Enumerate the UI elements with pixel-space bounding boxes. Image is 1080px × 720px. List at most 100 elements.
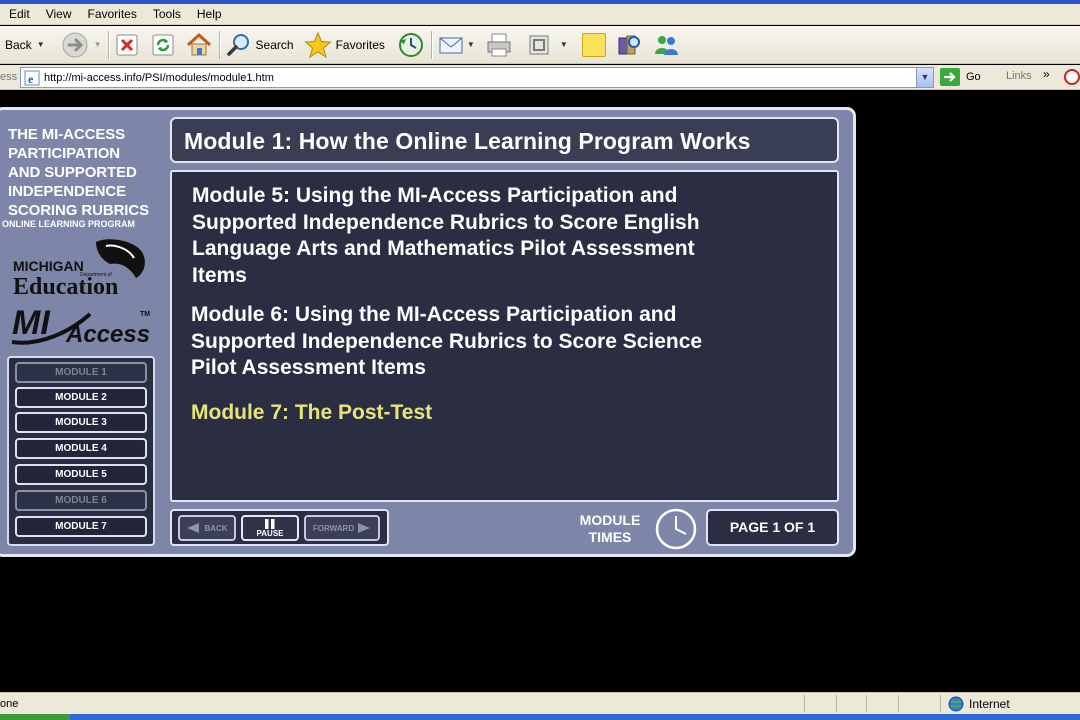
module-2-button[interactable]: MODULE 2 [15,387,147,408]
note-icon [581,32,606,57]
text-line: Supported Independence Rubrics to Score … [192,210,700,234]
favorites-button[interactable]: Favorites [303,29,385,61]
menu-favorites[interactable]: Favorites [79,4,144,25]
links-more-icon[interactable]: » [1043,67,1050,81]
printer-icon [487,33,511,56]
program-subtitle: ONLINE LEARNING PROGRAM [2,219,136,229]
globe-icon [948,696,964,712]
menu-edit[interactable]: Edit [0,4,38,25]
links-label[interactable]: Links [1006,70,1032,82]
taskbar [0,714,1080,720]
search-icon [226,33,249,56]
forward-triangle-icon [358,523,371,533]
module-7-button[interactable]: MODULE 7 [15,516,147,537]
back-nav-label: BACK [204,523,228,533]
menu-help[interactable]: Help [189,4,230,25]
michigan-education-logo: MICHIGAN Department of Education [13,239,145,298]
favorites-label: Favorites [335,37,385,52]
status-divider [866,695,867,712]
go-button[interactable]: Go [940,68,981,86]
module-6-button[interactable]: MODULE 6 [15,490,147,511]
star-icon [303,31,332,58]
toolbar-separator [430,30,432,59]
logo-mi-text: MI [12,304,51,342]
start-button[interactable] [0,714,70,720]
forward-dropdown-icon[interactable]: ▼ [94,40,102,49]
search-label: Search [255,37,294,52]
forward-button[interactable]: ▼ [61,29,102,61]
status-divider [898,695,899,712]
back-triangle-icon [187,523,200,533]
logo-michigan-text: MICHIGAN [13,258,84,274]
mail-button[interactable]: ▼ [438,29,475,61]
messenger-button[interactable] [652,29,680,61]
module-5-description: Module 5: Using the MI-Access Participat… [192,183,700,289]
mi-access-logo: MI Access TM [11,304,150,348]
module-7-description: Module 7: The Post-Test [191,401,433,424]
security-zone[interactable]: Internet [948,696,1010,712]
go-arrow-icon [940,68,960,86]
status-divider [836,695,837,712]
module-title: Module 1: How the Online Learning Progra… [184,128,751,154]
logo-tm-text: TM [140,311,150,318]
search-button[interactable]: Search [226,29,294,61]
address-dropdown-icon[interactable]: ▼ [916,68,933,87]
module-times-line: TIMES [588,529,632,545]
module-1-button[interactable]: MODULE 1 [15,362,147,383]
pause-label: PAUSE [256,528,284,538]
mail-dropdown-icon[interactable]: ▼ [467,40,475,49]
edit-page-icon [529,35,549,54]
status-text: one [0,698,19,710]
text-line: Language Arts and Mathematics Pilot Asse… [192,237,695,260]
pause-icon [265,518,275,529]
address-field[interactable]: e http://mi-access.info/PSI/modules/modu… [20,67,934,88]
home-button[interactable] [185,29,213,61]
mail-icon [439,37,463,53]
text-line: Module 6: Using the MI-Access Participat… [191,303,677,326]
text-line: Module 5: Using the MI-Access Participat… [192,184,678,207]
module-times-button[interactable]: MODULE TIMES [572,512,648,546]
standard-toolbar: Back ▼ ▼ Search Favorites ▼ ▼ [0,26,1080,64]
status-divider [940,695,941,712]
forward-nav-button[interactable]: FORWARD [304,515,380,541]
back-dropdown-icon[interactable]: ▼ [37,40,45,49]
messenger-icon [654,35,678,55]
module-times-line: MODULE [579,512,641,528]
program-title-line: AND SUPPORTED [8,164,137,181]
logo-education-text: Education [13,274,118,298]
module-header: Module 1: How the Online Learning Progra… [170,117,839,163]
back-label: Back [5,37,32,52]
home-icon [186,32,211,55]
go-label: Go [966,71,981,83]
module-5-button[interactable]: MODULE 5 [15,464,147,485]
discuss-button[interactable] [581,29,606,61]
toolbar-separator [218,30,220,59]
stop-button[interactable] [115,29,139,61]
back-nav-button[interactable]: BACK [178,515,236,541]
history-button[interactable] [397,29,425,61]
extension-icon[interactable] [1062,68,1080,86]
pause-button[interactable]: PAUSE [241,515,299,541]
program-title-line: THE MI-ACCESS [8,126,126,143]
text-line: Supported Independence Rubrics to Score … [191,329,703,353]
module-3-button[interactable]: MODULE 3 [15,412,147,433]
menu-view[interactable]: View [38,4,80,25]
clock-icon[interactable] [653,507,699,551]
edit-dropdown-icon[interactable]: ▼ [560,40,568,49]
address-url: http://mi-access.info/PSI/modules/module… [44,71,274,84]
research-button[interactable] [616,29,642,61]
print-button[interactable] [485,29,513,61]
text-line: Items [192,263,247,287]
menu-tools[interactable]: Tools [145,4,189,25]
edit-page-button[interactable]: ▼ [527,29,568,61]
research-icon [618,35,640,54]
forward-arrow-icon [62,32,88,57]
back-button[interactable]: Back ▼ [5,29,45,61]
menu-bar: Edit View Favorites Tools Help [0,4,1080,25]
module-6-description: Module 6: Using the MI-Access Participat… [191,302,702,382]
text-line: Pilot Assessment Items [191,356,426,379]
refresh-button[interactable] [151,29,175,61]
address-label: ess [0,71,18,83]
module-4-button[interactable]: MODULE 4 [15,438,147,459]
address-bar: ess e http://mi-access.info/PSI/modules/… [0,65,1080,90]
